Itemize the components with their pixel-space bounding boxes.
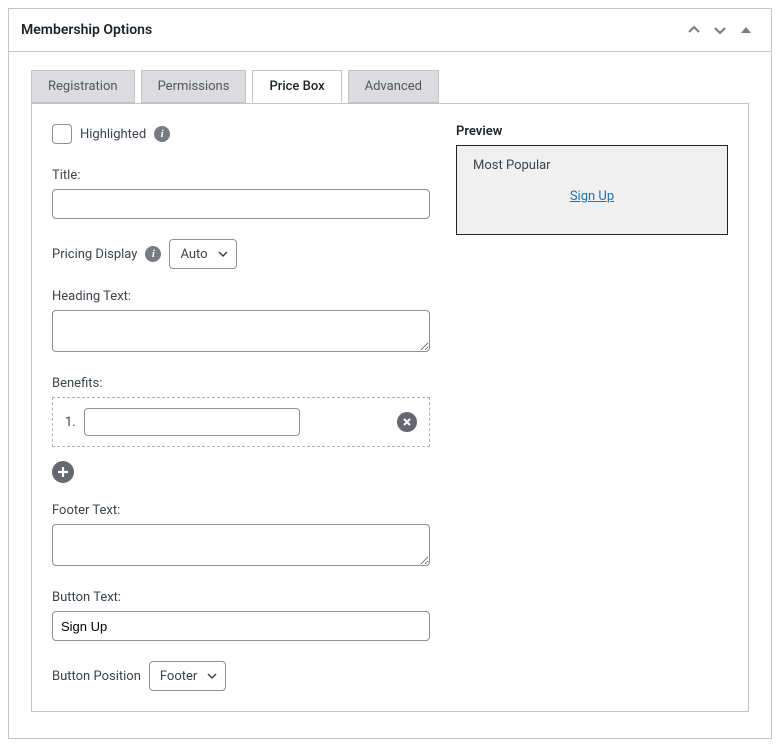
triangle-up-icon — [740, 24, 752, 36]
panel-header: Membership Options — [9, 9, 771, 52]
button-position-label: Button Position — [52, 669, 141, 684]
heading-text-input[interactable] — [52, 310, 430, 352]
plus-icon — [57, 466, 69, 478]
button-position-value: Footer — [160, 669, 197, 684]
benefits-label: Benefits: — [52, 376, 430, 391]
form-column: Highlighted i Title: Pricing Display i — [52, 124, 430, 691]
button-text-label: Button Text: — [52, 590, 430, 605]
tab-content: Highlighted i Title: Pricing Display i — [31, 103, 749, 712]
panel-body: Registration Permissions Price Box Advan… — [9, 52, 771, 738]
tab-advanced[interactable]: Advanced — [348, 70, 439, 103]
preview-title: Preview — [456, 124, 728, 139]
benefit-number: 1. — [65, 415, 76, 430]
membership-options-panel: Membership Options Registration Permissi… — [8, 8, 772, 739]
chevron-down-icon — [218, 249, 228, 259]
title-input[interactable] — [52, 189, 430, 219]
footer-text-label: Footer Text: — [52, 503, 430, 518]
chevron-up-icon — [687, 23, 701, 37]
move-up-button[interactable] — [681, 17, 707, 43]
tab-registration[interactable]: Registration — [31, 70, 135, 103]
move-down-button[interactable] — [707, 17, 733, 43]
chevron-down-icon — [207, 671, 217, 681]
collapse-button[interactable] — [733, 17, 759, 43]
title-label: Title: — [52, 168, 430, 183]
add-benefit-button[interactable] — [52, 461, 74, 483]
panel-title: Membership Options — [21, 22, 681, 38]
pricing-display-value: Auto — [180, 247, 207, 262]
button-position-select[interactable]: Footer — [149, 661, 226, 691]
preview-column: Preview Most Popular Sign Up — [456, 124, 728, 235]
button-text-input[interactable] — [52, 611, 430, 641]
pricing-display-label: Pricing Display — [52, 247, 137, 262]
remove-benefit-button[interactable] — [397, 412, 417, 432]
preview-badge: Most Popular — [473, 158, 711, 173]
info-icon[interactable]: i — [154, 126, 170, 142]
footer-text-input[interactable] — [52, 524, 430, 566]
preview-box: Most Popular Sign Up — [456, 145, 728, 235]
close-icon — [402, 417, 412, 427]
tab-price-box[interactable]: Price Box — [252, 70, 341, 103]
preview-signup-link[interactable]: Sign Up — [473, 189, 711, 204]
benefit-row: 1. — [52, 397, 430, 447]
heading-text-label: Heading Text: — [52, 289, 430, 304]
benefit-input[interactable] — [84, 408, 300, 436]
tab-permissions[interactable]: Permissions — [141, 70, 247, 103]
highlighted-checkbox[interactable] — [52, 124, 72, 144]
chevron-down-icon — [713, 23, 727, 37]
highlighted-label: Highlighted — [80, 127, 146, 142]
info-icon[interactable]: i — [145, 246, 161, 262]
tab-row: Registration Permissions Price Box Advan… — [31, 70, 749, 104]
pricing-display-select[interactable]: Auto — [169, 239, 236, 269]
